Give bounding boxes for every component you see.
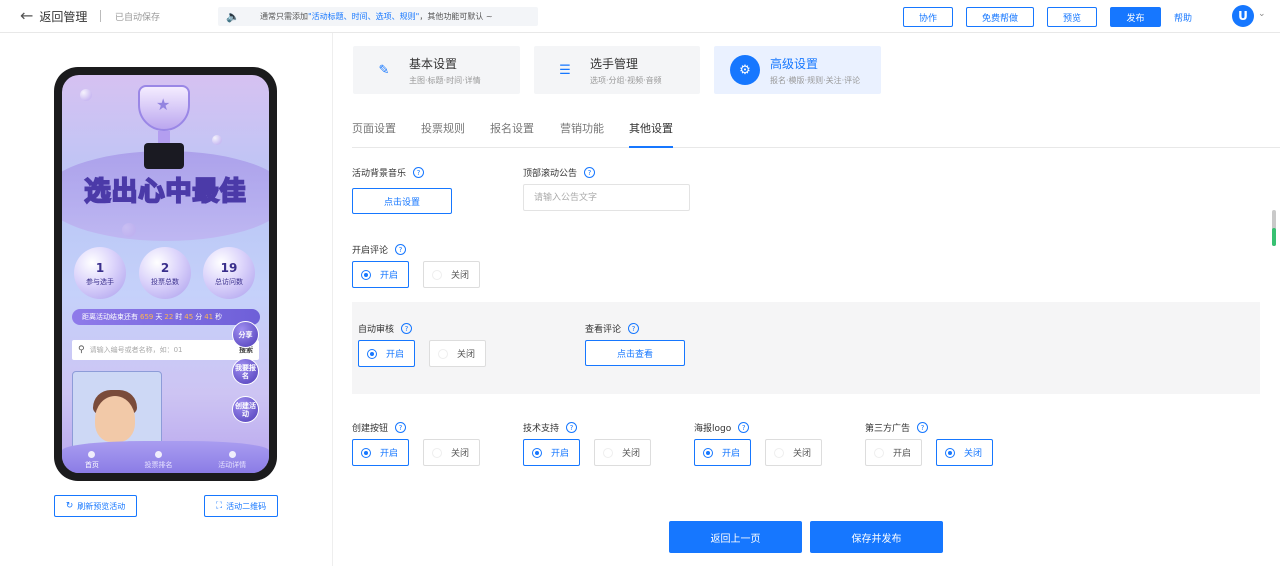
nav-details[interactable]: 活动详情 xyxy=(218,451,246,470)
step-advanced-settings[interactable]: ⚙ 高级设置 报名·模版·规则·关注·评论 xyxy=(714,46,881,94)
auto-review-label: 自动审核? xyxy=(358,322,413,335)
help-circle-icon[interactable]: ? xyxy=(395,244,407,255)
step-contestant-management[interactable]: ☰ 选手管理 选项·分组·视频·音频 xyxy=(534,46,700,94)
preview-search-input[interactable]: ⚲ 请输入编号或者名称，如：01 搜索 xyxy=(72,340,259,360)
create-float-button[interactable]: 创建活动 xyxy=(232,396,259,423)
view-comment-button[interactable]: 点击查看 xyxy=(585,340,685,366)
countdown-bar: 距离活动结束还有 659 天 22 时 45 分 41 秒 xyxy=(72,309,260,325)
comment-subsettings-panel xyxy=(352,302,1260,394)
help-circle-icon[interactable]: ? xyxy=(917,422,929,433)
help-circle-icon[interactable]: ? xyxy=(395,422,407,433)
save-and-publish-button[interactable]: 保存并发布 xyxy=(810,521,943,553)
back-previous-page-button[interactable]: 返回上一页 xyxy=(669,521,802,553)
back-to-management-button[interactable]: ← 返回管理 xyxy=(20,7,87,25)
tab-vote-rules[interactable]: 投票规则 xyxy=(421,120,465,136)
preview-panel: ★ 选出心中最佳 1 参与选手 2 投票总数 19 总访问数 距离活动结束还有 659… xyxy=(0,33,333,566)
gear-icon: ⚙ xyxy=(730,55,760,85)
phone-screen: ★ 选出心中最佳 1 参与选手 2 投票总数 19 总访问数 距离活动结束还有 659… xyxy=(62,75,269,473)
stat-participants: 1 参与选手 xyxy=(74,247,126,299)
help-link[interactable]: 帮助 xyxy=(1174,11,1192,24)
enable-comment-on-radio[interactable]: 开启 xyxy=(352,261,409,288)
stat-votes: 2 投票总数 xyxy=(139,247,191,299)
scrollbar-indicator xyxy=(1272,228,1276,246)
contestant-card[interactable] xyxy=(72,371,162,451)
tab-page-settings[interactable]: 页面设置 xyxy=(352,120,396,136)
tech-support-on-radio[interactable]: 开启 xyxy=(523,439,580,466)
third-party-ads-off-radio[interactable]: 关闭 xyxy=(936,439,993,466)
help-circle-icon[interactable]: ? xyxy=(566,422,578,433)
trophy-icon: ★ xyxy=(128,85,200,173)
enable-comment-off-radio[interactable]: 关闭 xyxy=(423,261,480,288)
arrow-left-icon: ← xyxy=(20,6,34,25)
details-icon xyxy=(228,451,236,458)
scan-icon: ⛶ xyxy=(215,501,223,511)
help-circle-icon[interactable]: ? xyxy=(738,422,750,433)
settings-subtabs: 页面设置 投票规则 报名设置 营销功能 其他设置 xyxy=(352,108,1280,148)
top-notice-input[interactable] xyxy=(523,184,690,211)
poster-logo-off-radio[interactable]: 关闭 xyxy=(765,439,822,466)
signup-float-button[interactable]: 我要报名 xyxy=(232,358,259,385)
refresh-preview-button[interactable]: ↻ 刷新预览活动 xyxy=(54,495,137,517)
collaborate-button[interactable]: 协作 xyxy=(903,7,953,27)
tech-support-label: 技术支持? xyxy=(523,421,578,434)
qrcode-button[interactable]: ⛶ 活动二维码 xyxy=(204,495,278,517)
third-party-ads-on-radio[interactable]: 开启 xyxy=(865,439,922,466)
create-button-label: 创建按钮? xyxy=(352,421,407,434)
preview-bottom-nav: 首页 投票排名 活动详情 xyxy=(62,441,269,473)
tab-marketing[interactable]: 营销功能 xyxy=(560,120,604,136)
auto-review-off-radio[interactable]: 关闭 xyxy=(429,340,486,367)
free-help-button[interactable]: 免费帮做 xyxy=(966,7,1034,27)
share-float-button[interactable]: 分享 xyxy=(232,321,259,348)
help-circle-icon[interactable]: ? xyxy=(401,323,413,334)
help-circle-icon[interactable]: ? xyxy=(584,167,596,178)
tab-other-settings[interactable]: 其他设置 xyxy=(629,120,673,148)
tip-bar: 🔈 通常只需添加"活动标题、时间、选项、规则"，其他功能可默认 ~ xyxy=(218,7,538,26)
tip-text: 通常只需添加"活动标题、时间、选项、规则"，其他功能可默认 ~ xyxy=(260,12,493,21)
top-notice-label: 顶部滚动公告? xyxy=(523,166,596,179)
avatar[interactable]: U xyxy=(1232,5,1254,27)
nav-ranking[interactable]: 投票排名 xyxy=(144,451,172,470)
list-icon: ☰ xyxy=(559,62,571,78)
nav-home[interactable]: 首页 xyxy=(85,451,99,470)
edit-icon: ✎ xyxy=(378,62,390,78)
autosave-status: 已自动保存 xyxy=(115,13,161,23)
help-circle-icon[interactable]: ? xyxy=(628,323,640,334)
phone-frame: ★ 选出心中最佳 1 参与选手 2 投票总数 19 总访问数 距离活动结束还有 659… xyxy=(54,67,277,481)
create-button-on-radio[interactable]: 开启 xyxy=(352,439,409,466)
preview-button[interactable]: 预览 xyxy=(1047,7,1097,27)
help-circle-icon[interactable]: ? xyxy=(413,167,425,178)
divider xyxy=(100,10,101,22)
publish-button[interactable]: 发布 xyxy=(1110,7,1161,27)
stat-visits: 19 总访问数 xyxy=(203,247,255,299)
view-comment-label: 查看评论? xyxy=(585,322,640,335)
bg-music-label: 活动背景音乐? xyxy=(352,166,425,179)
step-basic-settings[interactable]: ✎ 基本设置 主图·标题·时间·详情 xyxy=(353,46,520,94)
create-button-off-radio[interactable]: 关闭 xyxy=(423,439,480,466)
ranking-icon xyxy=(154,451,162,458)
tech-support-off-radio[interactable]: 关闭 xyxy=(594,439,651,466)
auto-review-on-radio[interactable]: 开启 xyxy=(358,340,415,367)
poster-logo-on-radio[interactable]: 开启 xyxy=(694,439,751,466)
bubble-decoration xyxy=(212,135,222,145)
enable-comment-label: 开启评论? xyxy=(352,243,407,256)
tab-signup-settings[interactable]: 报名设置 xyxy=(490,120,534,136)
third-party-ads-label: 第三方广告? xyxy=(865,421,929,434)
home-icon xyxy=(88,451,96,458)
bubble-decoration xyxy=(80,89,92,101)
top-bar: ← 返回管理 已自动保存 🔈 通常只需添加"活动标题、时间、选项、规则"，其他功… xyxy=(0,0,1280,33)
bg-music-set-button[interactable]: 点击设置 xyxy=(352,188,452,214)
speaker-icon: 🔈 xyxy=(226,9,240,23)
back-label: 返回管理 xyxy=(39,9,88,24)
activity-title: 选出心中最佳 xyxy=(83,176,247,208)
poster-logo-label: 海报logo? xyxy=(694,421,750,434)
search-icon: ⚲ xyxy=(78,345,85,355)
refresh-icon: ↻ xyxy=(65,501,74,511)
chevron-down-icon[interactable]: ⌄ xyxy=(1258,9,1266,19)
